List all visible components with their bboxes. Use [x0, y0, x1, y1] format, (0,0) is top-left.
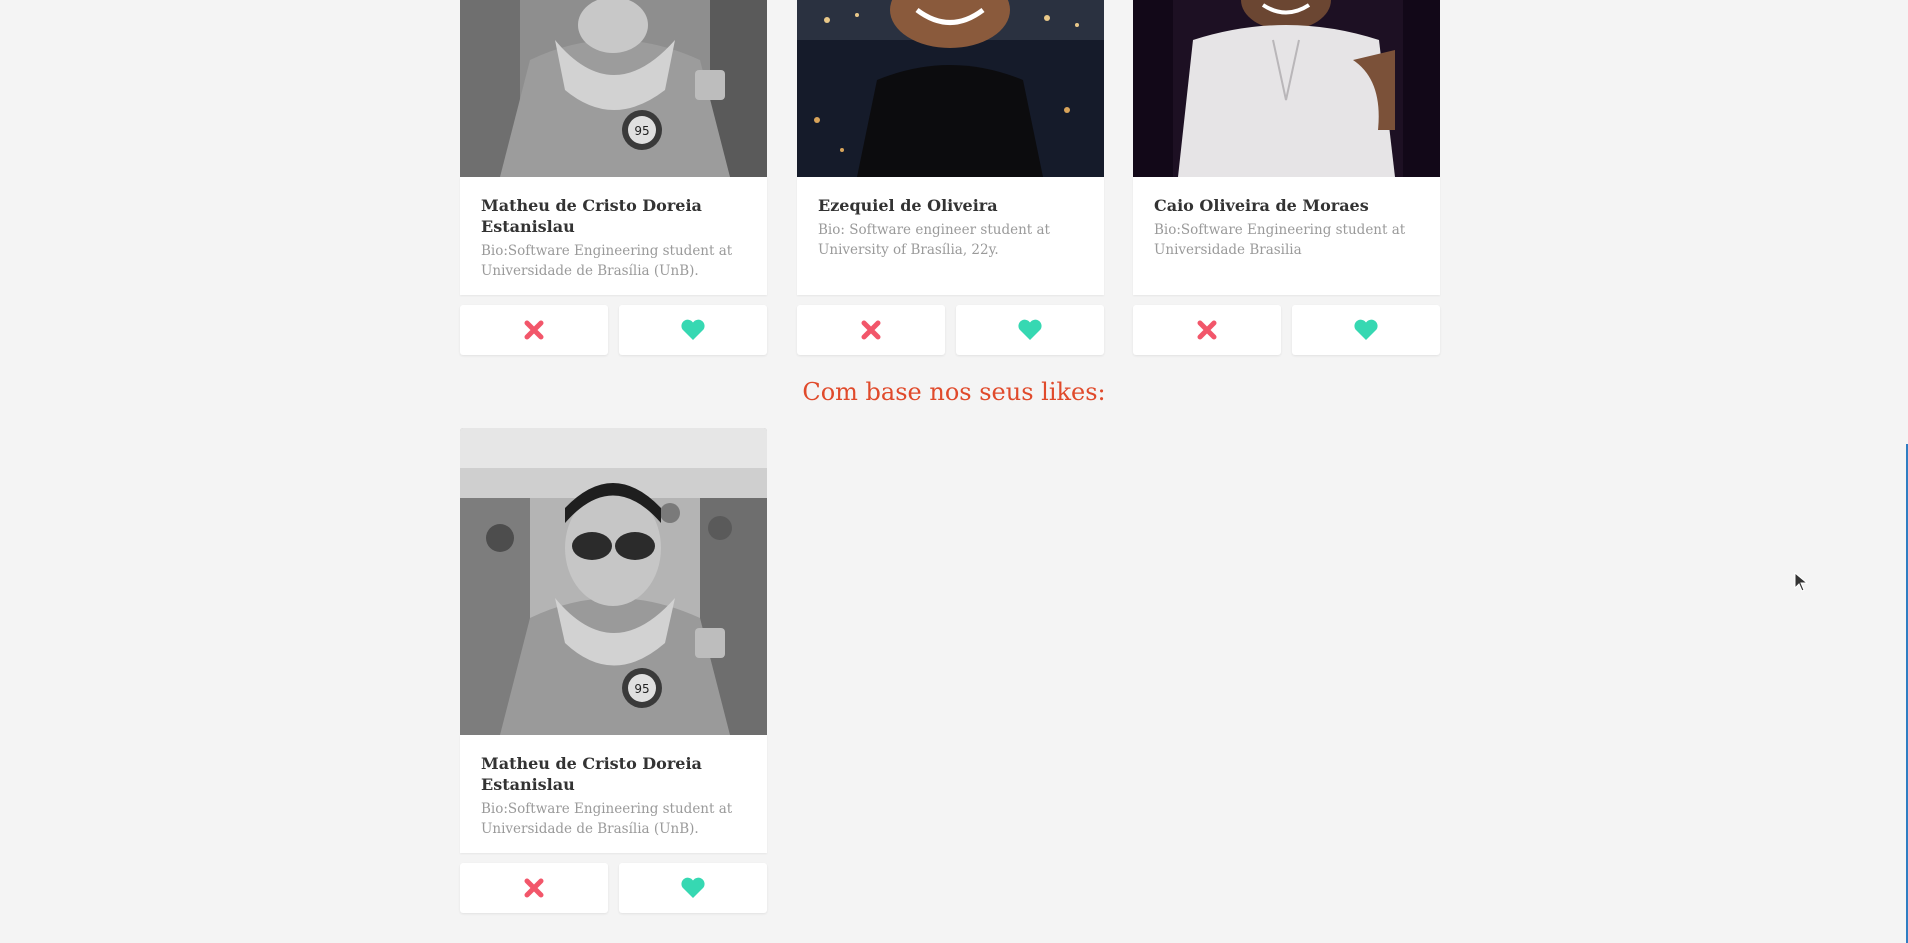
profile-card: 95 Matheu de Cristo Doreia Estanislau Bi…: [460, 0, 767, 355]
profile-bio: Bio:Software Engineering student at Univ…: [481, 243, 733, 279]
like-button[interactable]: [956, 305, 1104, 355]
profile-info: Caio Oliveira de Moraes Bio:Software Eng…: [1133, 177, 1440, 295]
recommendations-title: Com base nos seus likes:: [802, 378, 1106, 406]
heart-icon: [681, 319, 705, 340]
profile-bio: Bio:Software Engineering student at Univ…: [481, 801, 733, 837]
dislike-button[interactable]: [1133, 305, 1281, 355]
like-button[interactable]: [1292, 305, 1440, 355]
card-actions: [460, 863, 767, 913]
card-actions: [460, 305, 767, 355]
profile-name: Caio Oliveira de Moraes: [1154, 196, 1369, 215]
profile-info: Ezequiel de Oliveira Bio: Software engin…: [797, 177, 1104, 295]
profile-photo: [1133, 0, 1440, 177]
profile-photo: [797, 0, 1104, 177]
dislike-button[interactable]: [460, 305, 608, 355]
recommendation-card: 95 Matheu de Cristo Doreia Estanislau Bi…: [460, 428, 767, 913]
close-icon: [861, 320, 881, 340]
profile-card: Ezequiel de Oliveira Bio: Software engin…: [797, 0, 1104, 355]
page: 95 Matheu de Cristo Doreia Estanislau Bi…: [0, 0, 1908, 943]
svg-text:95: 95: [634, 682, 649, 696]
close-icon: [1197, 320, 1217, 340]
profile-photo: 95: [460, 0, 767, 177]
profile-name: Ezequiel de Oliveira: [818, 196, 998, 215]
card-actions: [1133, 305, 1440, 355]
profile-name: Matheu de Cristo Doreia Estanislau: [481, 196, 702, 236]
heart-icon: [1354, 319, 1378, 340]
profile-info: Matheu de Cristo Doreia Estanislau Bio:S…: [460, 177, 767, 295]
like-button[interactable]: [619, 305, 767, 355]
heart-icon: [1018, 319, 1042, 340]
close-icon: [524, 878, 544, 898]
heart-icon: [681, 877, 705, 898]
svg-text:95: 95: [634, 124, 649, 138]
profile-card: Caio Oliveira de Moraes Bio:Software Eng…: [1133, 0, 1440, 355]
card-actions: [797, 305, 1104, 355]
profile-info: Matheu de Cristo Doreia Estanislau Bio:S…: [460, 735, 767, 853]
like-button[interactable]: [619, 863, 767, 913]
mouse-cursor-icon: [1794, 571, 1809, 596]
profile-bio: Bio:Software Engineering student at Univ…: [1154, 222, 1406, 258]
profile-bio: Bio: Software engineer student at Univer…: [818, 222, 1050, 258]
dislike-button[interactable]: [460, 863, 608, 913]
close-icon: [524, 320, 544, 340]
dislike-button[interactable]: [797, 305, 945, 355]
profile-photo: 95: [460, 428, 767, 735]
profile-name: Matheu de Cristo Doreia Estanislau: [481, 754, 702, 794]
